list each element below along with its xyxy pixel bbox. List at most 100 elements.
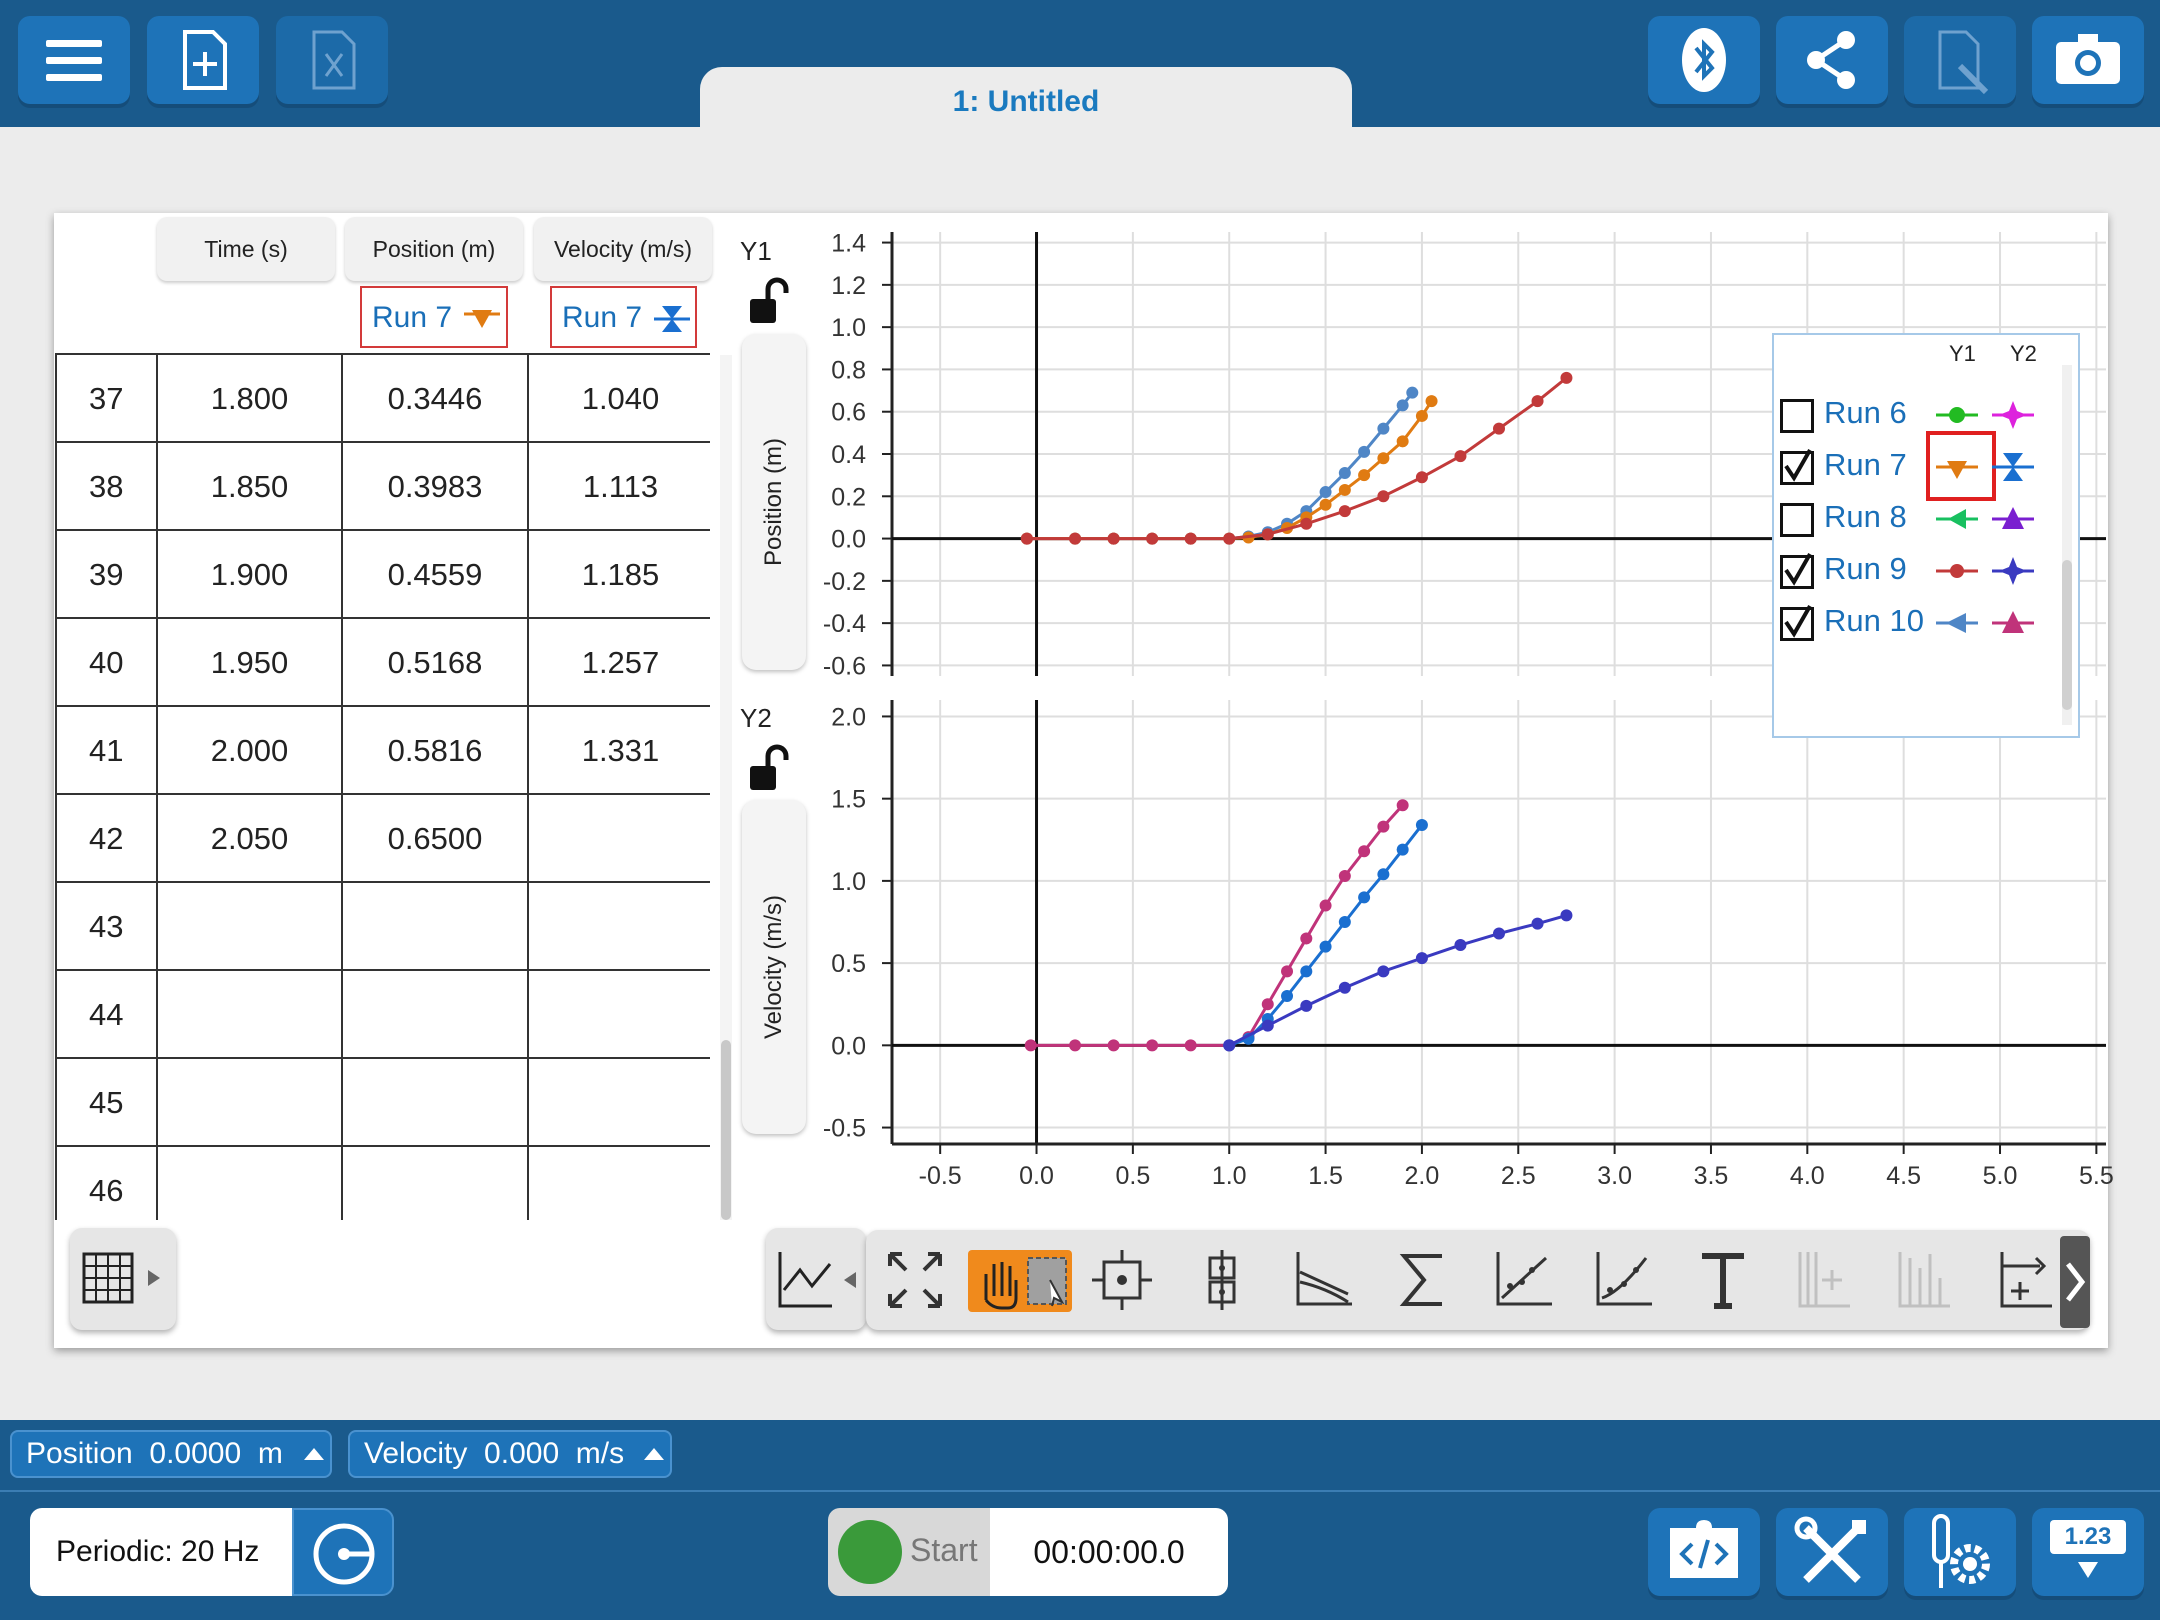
data-point [1425,395,1438,408]
add-y-axis-button[interactable] [1790,1248,1856,1312]
x-tick-label: 3.0 [1597,1162,1632,1190]
data-point [1319,498,1332,511]
run-10-marker-icons [1936,611,2034,633]
data-point [1493,927,1505,940]
examine-button[interactable] [1090,1248,1156,1312]
collection-mode-button[interactable]: Periodic: 20 Hz [30,1508,292,1596]
legend-row-run-8[interactable]: Run 8 [1774,489,2064,549]
data-point [1338,467,1351,480]
velocity-meter-text: Velocity 0.000 m/s [364,1437,625,1470]
linear-fit-button[interactable] [1490,1248,1556,1312]
data-point [1493,422,1505,435]
data-point [1358,845,1371,858]
run-legend: Y1 Y2 Run 6 Run 7 Run 8 Run 9 Run 10 [1772,333,2080,738]
x-tick-label: 4.5 [1886,1162,1921,1190]
graph-area[interactable]: 1.4 1.2 1.0 0.8 0.6 0.4 0.2 0.0 -0.2 -0.4 -0.6 2.0 1… [0,0,2160,1620]
tangent-button[interactable] [1290,1248,1356,1312]
bar-origin-icon [1898,1252,1950,1308]
collection-settings-button[interactable] [292,1508,394,1596]
data-point [1377,820,1390,833]
x-tick-label: -0.5 [919,1162,962,1190]
data-point [1107,1039,1120,1052]
data-point [1377,965,1390,978]
sensor-settings-button[interactable] [1904,1508,2016,1596]
legend-row-run-7[interactable]: Run 7 [1774,431,2064,501]
run-7-marker-icons [1936,453,2034,481]
legend-y1-header: Y1 [1949,341,1976,366]
autoscale-button[interactable] [880,1248,950,1312]
legend-y2-header: Y2 [2010,341,2037,366]
data-point [1338,981,1351,994]
y-tick-label: 0.0 [831,526,866,554]
data-point [1377,452,1390,465]
data-point [1107,532,1120,545]
statistics-button[interactable] [1390,1248,1456,1312]
run-checkbox[interactable] [1780,503,1814,537]
data-point [1020,532,1033,545]
data-point [1223,532,1236,545]
y-tick-label: -0.6 [823,652,866,680]
data-point [1146,1039,1159,1052]
x-tick-label: 2.0 [1405,1162,1440,1190]
table-grid-icon [82,1252,160,1304]
data-point [1377,868,1390,881]
legend-row-run-9[interactable]: Run 9 [1774,541,2064,601]
run-checkbox-checked[interactable] [1780,605,1814,641]
data-point [1338,916,1351,928]
data-point [1377,490,1390,503]
data-point [1396,399,1409,412]
data-point [1358,445,1371,458]
y-tick-label: 1.0 [831,314,866,342]
data-point [1531,395,1544,408]
checkmark-icon [1784,605,1812,638]
graph-options-button[interactable] [1990,1248,2056,1312]
x-tick-label: 0.5 [1115,1162,1150,1190]
data-point [1146,532,1159,545]
table-view-button[interactable] [70,1228,176,1330]
checkmark-icon [1784,553,1812,586]
y-tick-label: 0.0 [831,1032,866,1060]
velocity-meter[interactable]: Velocity 0.000 m/s [348,1430,672,1478]
data-point [1184,1039,1197,1052]
data-point [1261,998,1274,1011]
caret-up-icon [644,1448,664,1460]
caret-down-icon [2078,1562,2098,1578]
meter-view-button[interactable]: 1.23 [2032,1508,2144,1596]
run-name: Run 6 [1824,395,1907,430]
data-point [1319,899,1332,912]
data-point [1406,386,1419,399]
data-point [1300,965,1313,978]
text-annotation-button[interactable] [1690,1248,1756,1312]
y-tick-label: 1.4 [831,230,866,258]
x-tick-label: 4.0 [1790,1162,1825,1190]
data-point [1319,940,1332,953]
data-point [1184,532,1197,545]
code-button[interactable] [1648,1508,1760,1596]
legend-scroll-thumb[interactable] [2062,560,2072,710]
data-point [1396,843,1409,856]
expand-icon [888,1252,942,1308]
data-point [1396,799,1409,812]
graph-view-button[interactable] [766,1228,866,1330]
bar-origin-button[interactable] [1890,1248,1956,1312]
toolbar-more-button[interactable] [2060,1236,2090,1328]
x-tick-label: 1.5 [1308,1162,1343,1190]
curve-fit-button[interactable] [1590,1248,1656,1312]
legend-row-run-6[interactable]: Run 6 [1774,385,2064,445]
legend-row-run-10[interactable]: Run 10 [1774,593,2064,653]
data-point [1300,999,1313,1012]
curve-fit-icon [1596,1252,1652,1306]
run-name: Run 9 [1824,551,1907,586]
hand-icon [984,1257,1067,1310]
tools-button[interactable] [1776,1508,1888,1596]
interpolate-button[interactable] [1190,1248,1256,1312]
pan-tool-button[interactable] [968,1250,1072,1312]
run-checkbox-checked[interactable] [1780,553,1814,589]
run-checkbox[interactable] [1780,399,1814,433]
start-button[interactable]: Start [828,1508,990,1596]
position-meter[interactable]: Position 0.0000 m [10,1430,332,1478]
data-point [1319,486,1332,499]
timer-icon [313,1523,375,1585]
run-checkbox-checked[interactable] [1780,449,1814,485]
y-tick-label: 0.5 [831,950,866,978]
